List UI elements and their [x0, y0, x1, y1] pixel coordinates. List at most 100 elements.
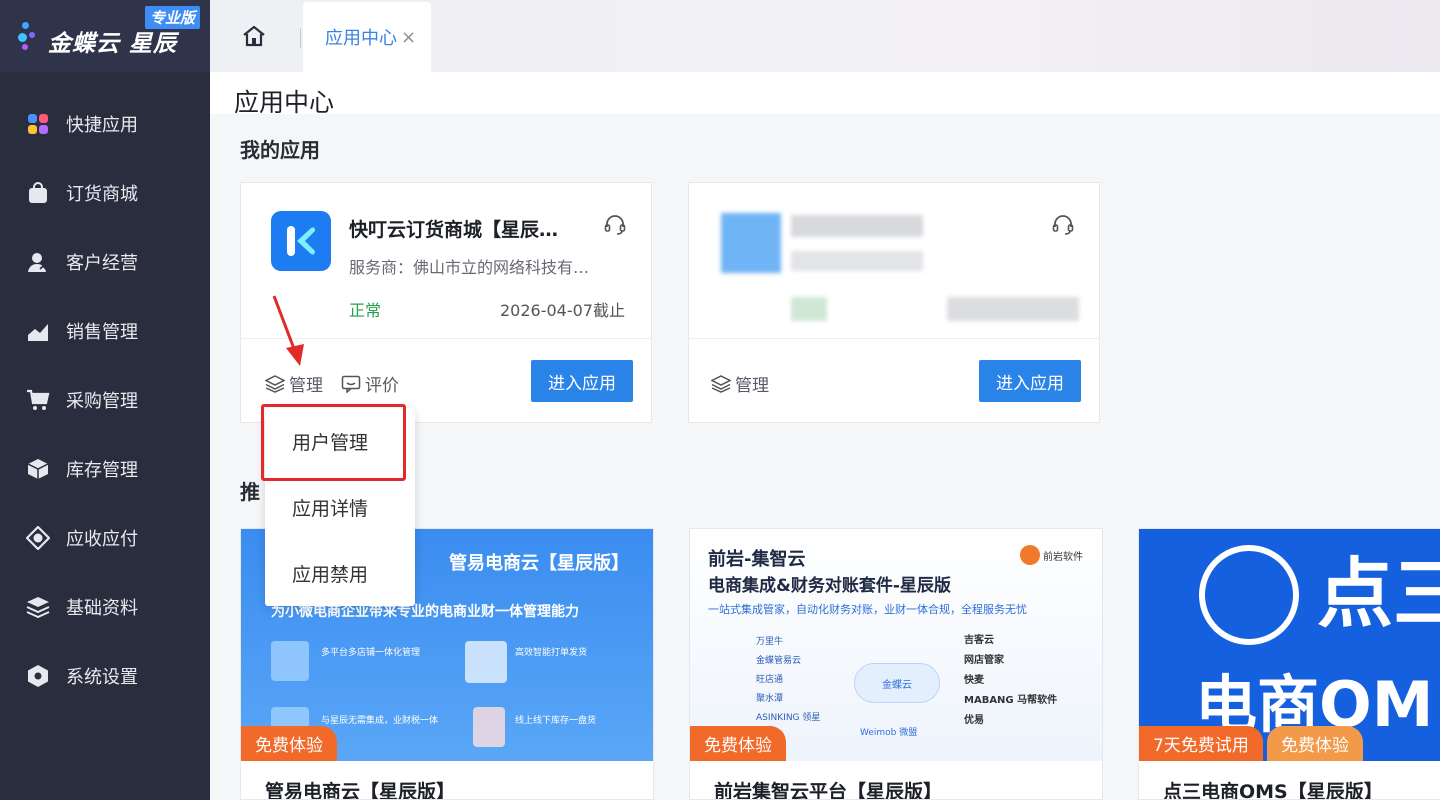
free-experience-tag: 免费体验 — [1267, 726, 1363, 761]
dian3-logo-icon — [1199, 545, 1299, 645]
sidebar-item-label: 采购管理 — [66, 390, 138, 412]
banner-feature: 与星辰无需集成，业财税一体 — [321, 716, 439, 726]
rec-app-name: 点三电商OMS【星辰版】 — [1163, 781, 1383, 800]
app-expire-date: 2026-04-07截止 — [500, 301, 625, 320]
quick-apps-icon — [26, 112, 50, 136]
banner-feature: 线上线下库存一盘货 — [515, 716, 597, 726]
banner-big-text: 点三 — [1317, 549, 1440, 638]
page-header: 应用中心 — [210, 72, 1440, 117]
banner-title: 管易电商云【星辰版】 — [449, 553, 629, 574]
sidebar-item-label: 库存管理 — [66, 459, 138, 481]
sidebar-item-receivables[interactable]: 应收应付 — [0, 503, 210, 572]
sidebar-item-label: 快捷应用 — [66, 114, 138, 136]
partner-list-left: 万里牛 金蝶管易云 旺店通 聚水潭 ASINKING 领星 — [756, 637, 821, 723]
menu-item-app-details[interactable]: 应用详情 — [265, 474, 415, 540]
cart-icon — [26, 388, 50, 412]
banner-title-2: 电商集成&财务对账套件-星辰版 — [708, 576, 951, 596]
recommended-card[interactable]: 点三 电商OM 免费体验 7天免费试用 点三电商OMS【星辰版】 — [1138, 528, 1440, 800]
app-vendor: 服务商：佛山市立的网络科技有… — [349, 258, 590, 277]
hexagon-settings-icon — [26, 664, 50, 688]
customer-icon — [26, 250, 50, 274]
shopping-bag-icon — [26, 181, 50, 205]
page-title: 应用中心 — [234, 88, 335, 117]
layers-icon — [265, 374, 285, 393]
center-cloud: 金蝶云 — [854, 663, 940, 703]
blurred-expire — [947, 297, 1079, 321]
status-badge: 正常 — [349, 301, 382, 320]
manage-button[interactable]: 管理 — [711, 371, 769, 396]
sidebar-item-label: 订货商城 — [66, 183, 138, 205]
blurred-name — [791, 215, 923, 237]
menu-item-user-management[interactable]: 用户管理 — [265, 408, 415, 474]
sidebar-item-label: 客户经营 — [66, 252, 138, 274]
comment-icon — [341, 375, 361, 393]
tabs-bar: 应用中心 × — [210, 0, 1440, 72]
blurred-logo — [721, 213, 781, 273]
my-apps-title: 我的应用 — [240, 138, 320, 162]
sidebar-item-sales[interactable]: 销售管理 — [0, 296, 210, 365]
sidebar-item-quick-apps[interactable]: 快捷应用 — [0, 89, 210, 158]
sidebar-item-order-mall[interactable]: 订货商城 — [0, 158, 210, 227]
sidebar-item-purchase[interactable]: 采购管理 — [0, 365, 210, 434]
edition-badge: 专业版 — [145, 6, 201, 29]
brand-logo[interactable]: 金蝶云 星辰 专业版 — [0, 0, 210, 72]
free-trial-tag: 免费体验 — [690, 726, 786, 761]
banner-title: 前岩-集智云 — [708, 549, 806, 570]
headset-icon[interactable] — [603, 213, 627, 237]
sidebar-nav: 快捷应用 订货商城 客户经营 销售管理 采购管理 库存管理 应收应付 基础资料 … — [0, 89, 210, 710]
partner-list-right: 吉客云 网店管家 快麦 MABANG 马帮软件 优易 — [964, 635, 1058, 726]
sidebar-item-label: 系统设置 — [66, 666, 138, 688]
vendor-logo-icon — [1020, 545, 1040, 565]
free-trial-tag: 免费体验 — [241, 726, 337, 761]
review-button[interactable]: 评价 — [341, 371, 399, 396]
app-name[interactable]: 快叮云订货商城【星辰… — [349, 215, 589, 242]
banner-feature: 高效智能打单发货 — [515, 648, 588, 658]
illustration-icon — [465, 641, 507, 683]
headset-icon[interactable] — [1051, 213, 1075, 237]
layers-icon — [711, 374, 731, 393]
sidebar-item-customer[interactable]: 客户经营 — [0, 227, 210, 296]
manage-dropdown-menu: 用户管理 应用详情 应用禁用 — [265, 408, 415, 606]
finance-icon — [26, 525, 50, 550]
rec-app-name: 管易电商云【星辰版】 — [265, 781, 456, 800]
manage-label: 管理 — [289, 376, 323, 396]
sidebar: 金蝶云 星辰 专业版 快捷应用 订货商城 客户经营 销售管理 采购管理 库存管理… — [0, 0, 210, 800]
illustration-icon — [271, 641, 309, 681]
enter-app-button[interactable]: 进入应用 — [531, 360, 633, 402]
enter-app-button[interactable]: 进入应用 — [979, 360, 1081, 402]
logo-dots-icon — [18, 22, 44, 52]
rec-banner: 点三 电商OM 免费体验 7天免费试用 — [1139, 529, 1440, 761]
card-divider — [689, 338, 1099, 339]
app-card: 管理 进入应用 — [688, 182, 1100, 423]
close-icon[interactable]: × — [401, 27, 416, 48]
blurred-status — [791, 297, 827, 321]
sidebar-item-label: 销售管理 — [66, 321, 138, 343]
red-arrow-annotation — [272, 295, 304, 366]
menu-item-app-disable[interactable]: 应用禁用 — [265, 540, 415, 606]
home-tab[interactable] — [240, 22, 268, 50]
manage-label: 管理 — [735, 376, 769, 396]
rec-app-name: 前岩集智云平台【星辰版】 — [714, 781, 943, 800]
partner-bottom: Weimob 微盟 — [860, 728, 918, 738]
vendor-logo: 前岩软件 — [1020, 545, 1083, 565]
layers-icon — [26, 595, 50, 619]
trial-days-tag: 7天免费试用 — [1139, 726, 1263, 761]
recommended-title: 推 — [240, 480, 260, 504]
tab-separator — [300, 28, 301, 48]
tab-app-center[interactable]: 应用中心 × — [303, 2, 431, 72]
banner-subtitle: 一站式集成管家，自动化财务对账，业财一体合规，全程服务无忧 — [708, 603, 1027, 616]
manage-button[interactable]: 管理 — [265, 371, 323, 396]
sidebar-item-basic-data[interactable]: 基础资料 — [0, 572, 210, 641]
sales-chart-icon — [26, 319, 50, 343]
blurred-vendor — [791, 251, 923, 271]
tab-label: 应用中心 — [325, 28, 397, 49]
box-icon — [26, 457, 50, 481]
sidebar-item-inventory[interactable]: 库存管理 — [0, 434, 210, 503]
sidebar-item-label: 应收应付 — [66, 528, 138, 550]
banner-feature: 多平台多店铺一体化管理 — [321, 648, 421, 658]
logo-text: 金蝶云 星辰 — [48, 31, 178, 57]
sidebar-item-settings[interactable]: 系统设置 — [0, 641, 210, 710]
illustration-icon — [473, 707, 505, 747]
recommended-card[interactable]: 前岩-集智云 电商集成&财务对账套件-星辰版 一站式集成管家，自动化财务对账，业… — [689, 528, 1103, 800]
home-icon — [243, 25, 265, 47]
